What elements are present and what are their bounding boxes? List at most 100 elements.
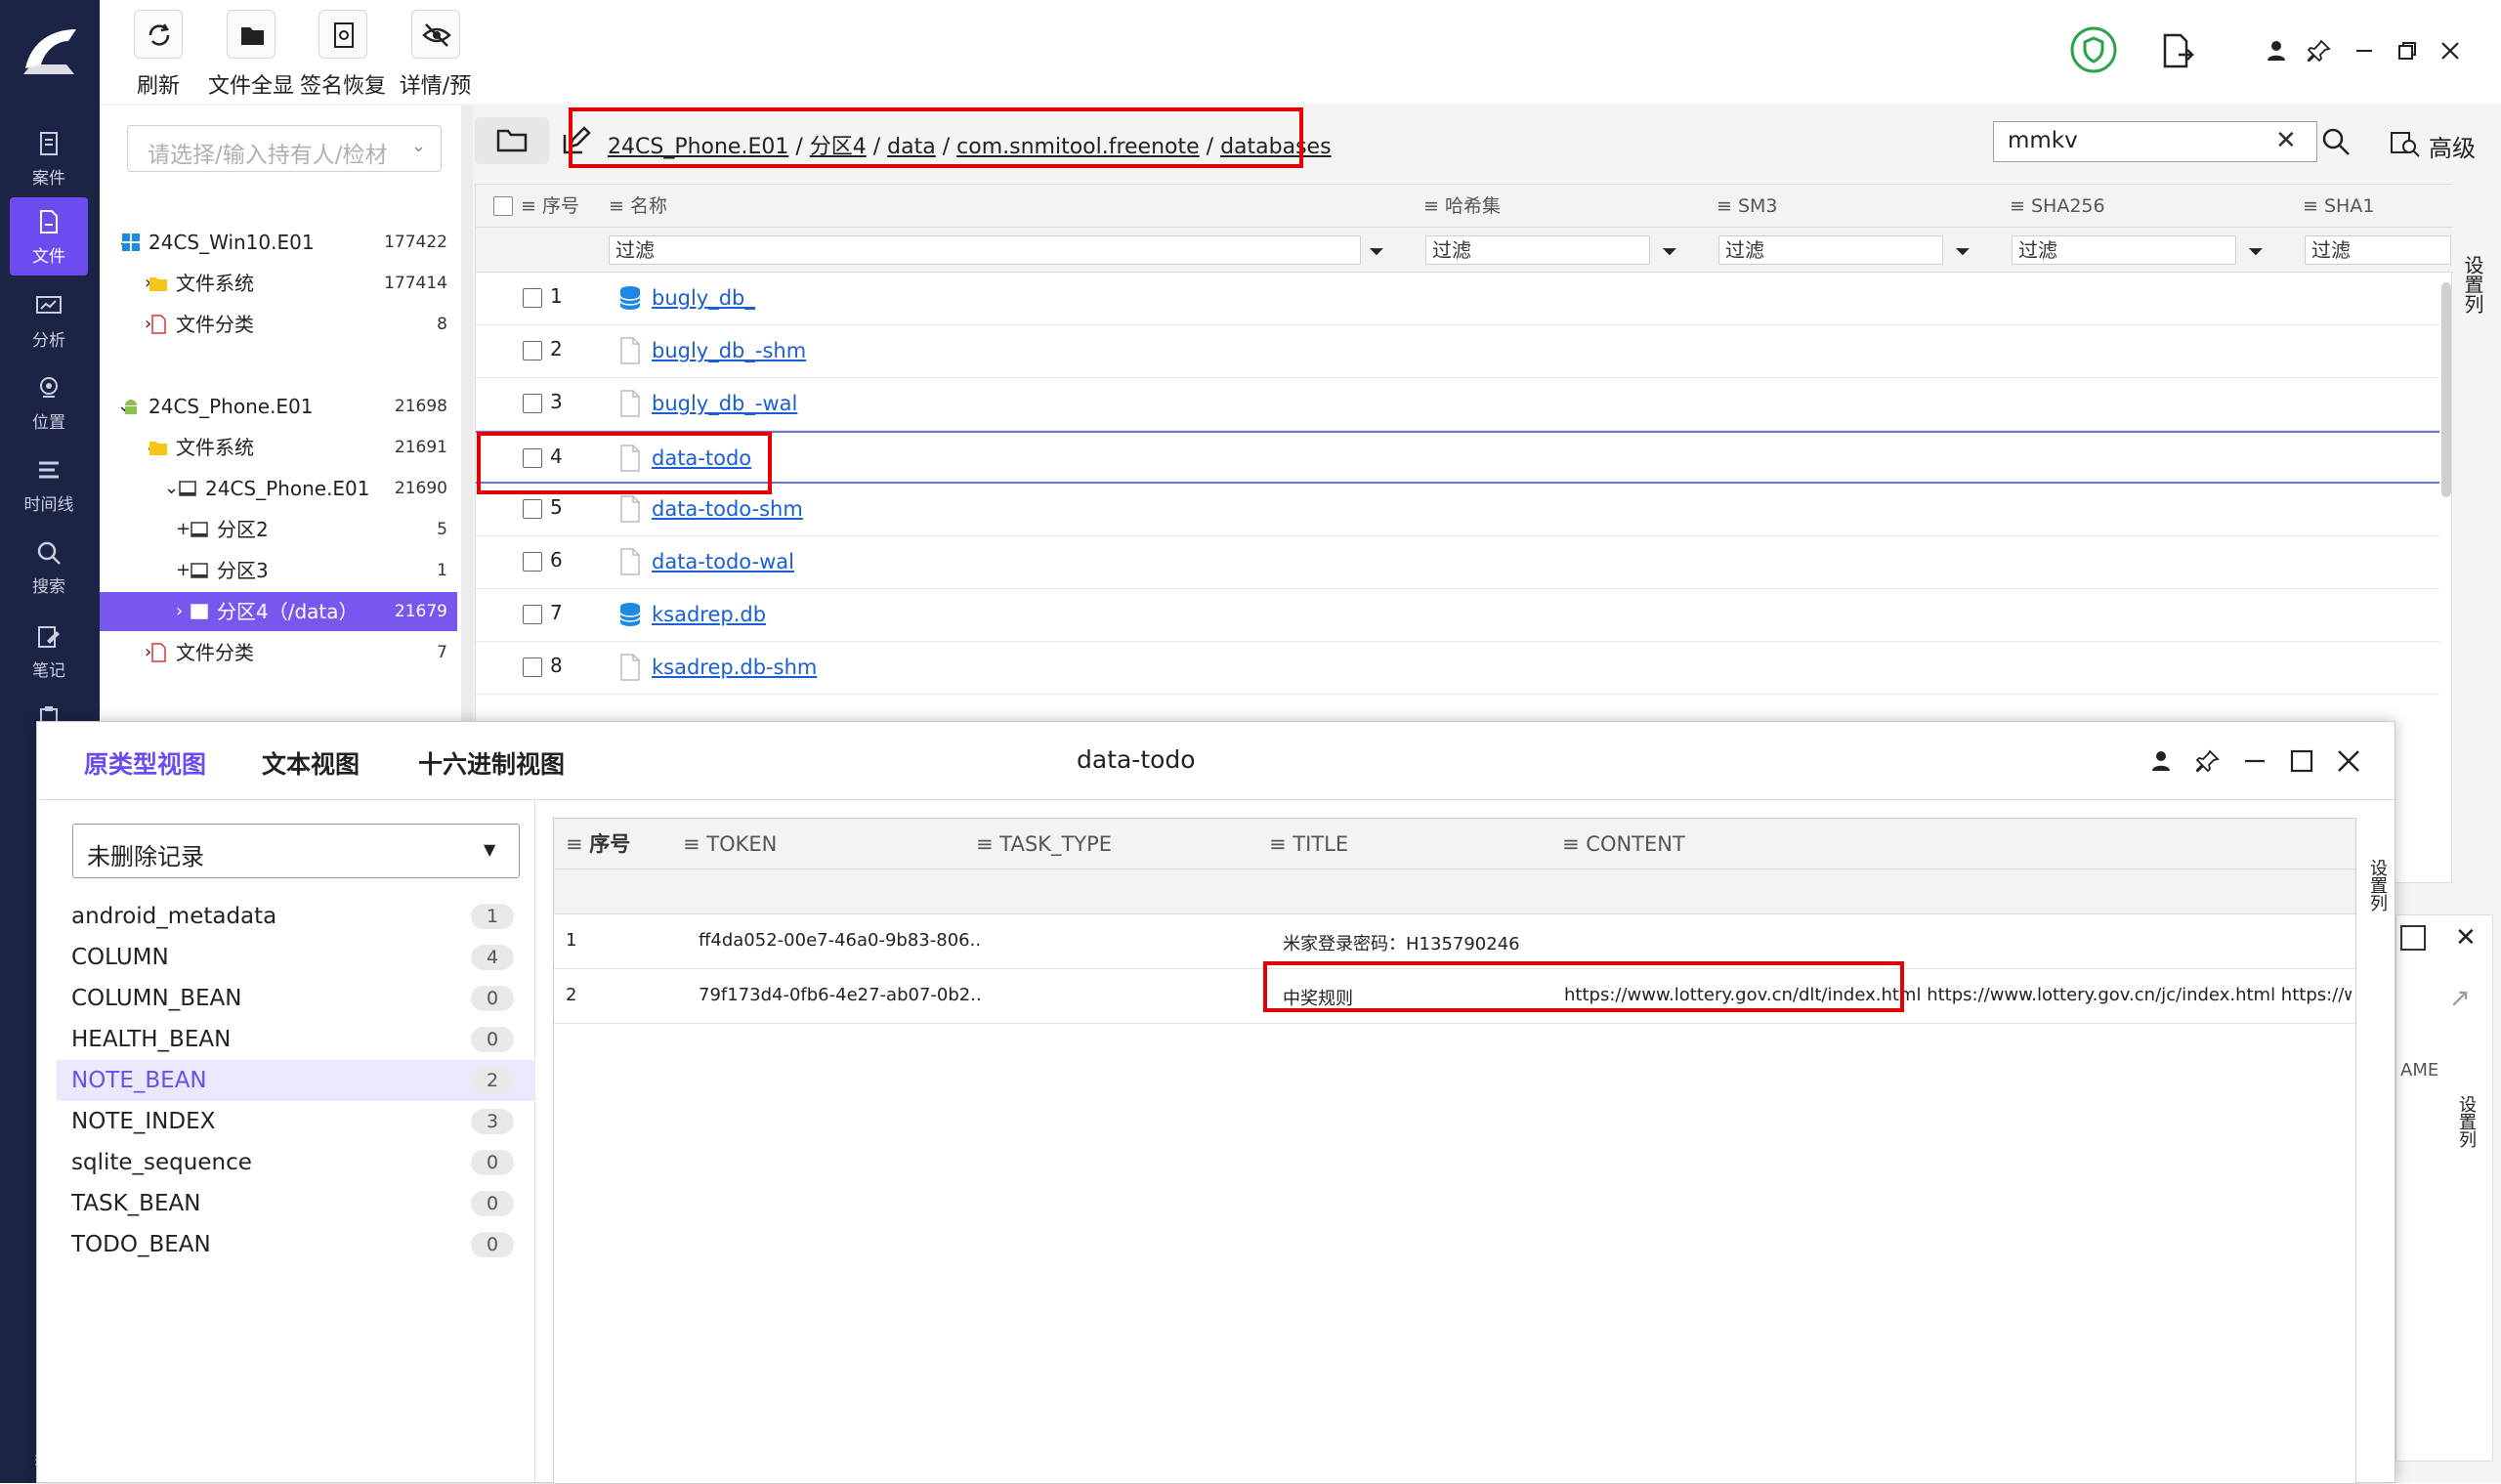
- sha256-filter-input[interactable]: 过滤: [2012, 235, 2236, 265]
- user-icon[interactable]: [2147, 747, 2175, 775]
- record-row[interactable]: 2 79f173d4-0fb6-4e27-ab07-0b2... 中奖规则 https…: [554, 969, 2355, 1024]
- rail-item-location[interactable]: 位置: [10, 363, 88, 442]
- file-row[interactable]: 1 bugly_db_: [476, 273, 2439, 325]
- rail-item-case[interactable]: 案件: [10, 119, 88, 197]
- sha1-filter-input[interactable]: 过滤: [2305, 235, 2451, 265]
- file-row[interactable]: 4 data-todo: [476, 431, 2439, 484]
- breadcrumb-item[interactable]: 24CS_Phone.E01: [608, 135, 788, 159]
- file-row[interactable]: 8 ksadrep.db-shm: [476, 642, 2439, 695]
- file-name-link[interactable]: ksadrep.db: [652, 603, 766, 626]
- record-col-title[interactable]: ≡ TITLE: [1269, 819, 1348, 869]
- tree-node[interactable]: › 分区4（/data） 21679: [100, 592, 457, 631]
- signature-restore-button[interactable]: 签名恢复: [299, 10, 387, 103]
- row-checkbox[interactable]: [523, 448, 542, 468]
- tab-native-view[interactable]: 原类型视图: [84, 745, 206, 781]
- file-row[interactable]: 7 ksadrep.db: [476, 589, 2439, 642]
- file-name-link[interactable]: bugly_db_: [652, 286, 755, 310]
- rail-item-analysis[interactable]: 分析: [10, 281, 88, 360]
- filter-icon[interactable]: ⏷: [1662, 239, 1677, 263]
- show-all-files-button[interactable]: 文件全显: [207, 10, 295, 103]
- chevron-right-icon[interactable]: ›: [176, 592, 183, 631]
- column-header-name[interactable]: ≡ 名称: [609, 185, 667, 228]
- select-all-checkbox[interactable]: [493, 196, 513, 216]
- holder-select[interactable]: 请选择/输入持有人/检材 ⌄: [127, 125, 442, 172]
- tree-node[interactable]: ⌄ 24CS_Phone.E01 21698: [100, 387, 457, 426]
- breadcrumb-item[interactable]: com.snmitool.freenote: [956, 135, 1200, 159]
- grid-settings-column-button[interactable]: 设置列: [2454, 221, 2484, 348]
- file-name-link[interactable]: data-todo-wal: [652, 550, 794, 573]
- tree-node[interactable]: › 文件分类 7: [100, 633, 457, 672]
- column-header-index[interactable]: ≡ 序号: [521, 185, 579, 228]
- background-settings-column-button[interactable]: 设置列: [2449, 1095, 2479, 1212]
- expand-plus-icon[interactable]: +: [176, 510, 191, 549]
- close-icon[interactable]: ✕: [2455, 923, 2477, 953]
- table-list-item[interactable]: HEALTH_BEAN 0: [57, 1019, 535, 1060]
- minimize-icon[interactable]: [2351, 37, 2378, 64]
- filter-icon[interactable]: ⏷: [1369, 239, 1384, 263]
- breadcrumb-item[interactable]: 分区4: [810, 135, 867, 159]
- file-row[interactable]: 5 data-todo-shm: [476, 484, 2439, 536]
- name-filter-input[interactable]: 过滤: [609, 235, 1361, 265]
- tree-node[interactable]: ⌄ 24CS_Phone.E01 21690: [100, 469, 457, 508]
- file-row[interactable]: 2 bugly_db_-shm: [476, 325, 2439, 378]
- chevron-down-icon[interactable]: ⌄: [164, 469, 179, 508]
- record-row[interactable]: 1 ff4da052-00e7-46a0-9b83-806... 米家登录密码：H1…: [554, 914, 2355, 969]
- tree-node[interactable]: ⌄文件系统21691: [100, 428, 457, 467]
- rail-item-note[interactable]: 笔记: [10, 612, 88, 690]
- tree-node[interactable]: + 分区2 5: [100, 510, 457, 549]
- tree-node[interactable]: ⌄ 24CS_Win10.E01 177422: [100, 223, 457, 262]
- minimize-icon[interactable]: [2241, 747, 2268, 775]
- row-checkbox[interactable]: [523, 341, 542, 360]
- row-checkbox[interactable]: [523, 657, 542, 677]
- file-row[interactable]: 6 data-todo-wal: [476, 536, 2439, 589]
- record-col-token[interactable]: ≡ TOKEN: [683, 819, 777, 869]
- edit-path-icon[interactable]: [559, 125, 592, 158]
- tab-text-view[interactable]: 文本视图: [262, 745, 360, 781]
- shield-status-icon[interactable]: [2069, 25, 2118, 74]
- rail-item-file[interactable]: 文件: [10, 197, 88, 276]
- table-list-item[interactable]: sqlite_sequence 0: [57, 1142, 535, 1183]
- tree-node[interactable]: + 分区3 1: [100, 551, 457, 590]
- table-list-item[interactable]: TODO_BEAN 0: [57, 1224, 535, 1265]
- tab-hex-view[interactable]: 十六进制视图: [418, 745, 565, 781]
- search-icon[interactable]: [2319, 125, 2353, 158]
- tree-node[interactable]: › 文件分类 8: [100, 305, 457, 344]
- close-icon[interactable]: [2437, 37, 2464, 64]
- table-list-item[interactable]: COLUMN 4: [57, 937, 535, 978]
- breadcrumb-item[interactable]: databases: [1220, 135, 1331, 159]
- search-input[interactable]: mmkv ✕: [1993, 121, 2317, 162]
- row-checkbox[interactable]: [523, 499, 542, 519]
- file-row[interactable]: 3 bugly_db_-wal: [476, 378, 2439, 431]
- column-header-sm3[interactable]: ≡ SM3: [1717, 185, 1778, 228]
- open-external-icon[interactable]: ↗: [2449, 984, 2471, 1013]
- tree-node[interactable]: › 文件系统 177414: [100, 264, 457, 303]
- column-header-sha1[interactable]: ≡ SHA1: [2303, 185, 2374, 228]
- file-name-link[interactable]: data-todo-shm: [652, 497, 803, 521]
- details-preview-button[interactable]: 详情/预览: [389, 10, 482, 130]
- pin-icon[interactable]: [2194, 747, 2222, 775]
- clear-search-icon[interactable]: ✕: [2275, 126, 2297, 155]
- file-name-link[interactable]: data-todo: [652, 446, 751, 470]
- export-icon[interactable]: [2161, 33, 2194, 68]
- maximize-icon[interactable]: [2288, 747, 2315, 775]
- close-icon[interactable]: [2335, 747, 2362, 775]
- pin-icon[interactable]: [2306, 37, 2333, 64]
- hash-filter-input[interactable]: 过滤: [1425, 235, 1650, 265]
- file-name-link[interactable]: ksadrep.db-shm: [652, 656, 817, 679]
- record-col-content[interactable]: ≡ CONTENT: [1562, 819, 1685, 869]
- folder-button[interactable]: [475, 117, 549, 164]
- table-list-item[interactable]: TASK_BEAN 0: [57, 1183, 535, 1224]
- rail-item-search[interactable]: 搜索: [10, 528, 88, 606]
- file-name-link[interactable]: bugly_db_-shm: [652, 339, 806, 362]
- rail-item-timeline[interactable]: 时间线: [10, 445, 88, 524]
- row-checkbox[interactable]: [523, 552, 542, 572]
- tree-splitter[interactable]: [461, 106, 473, 731]
- filter-icon[interactable]: ⏷: [1955, 239, 1971, 263]
- record-col-index[interactable]: ≡ 序号: [566, 819, 630, 869]
- expand-plus-icon[interactable]: +: [176, 551, 191, 590]
- column-header-hash[interactable]: ≡ 哈希集: [1423, 185, 1501, 228]
- table-list-item[interactable]: android_metadata 1: [57, 896, 535, 937]
- advanced-search-button[interactable]: 高级: [2390, 127, 2497, 162]
- split-icon[interactable]: [2400, 925, 2426, 951]
- row-checkbox[interactable]: [523, 605, 542, 624]
